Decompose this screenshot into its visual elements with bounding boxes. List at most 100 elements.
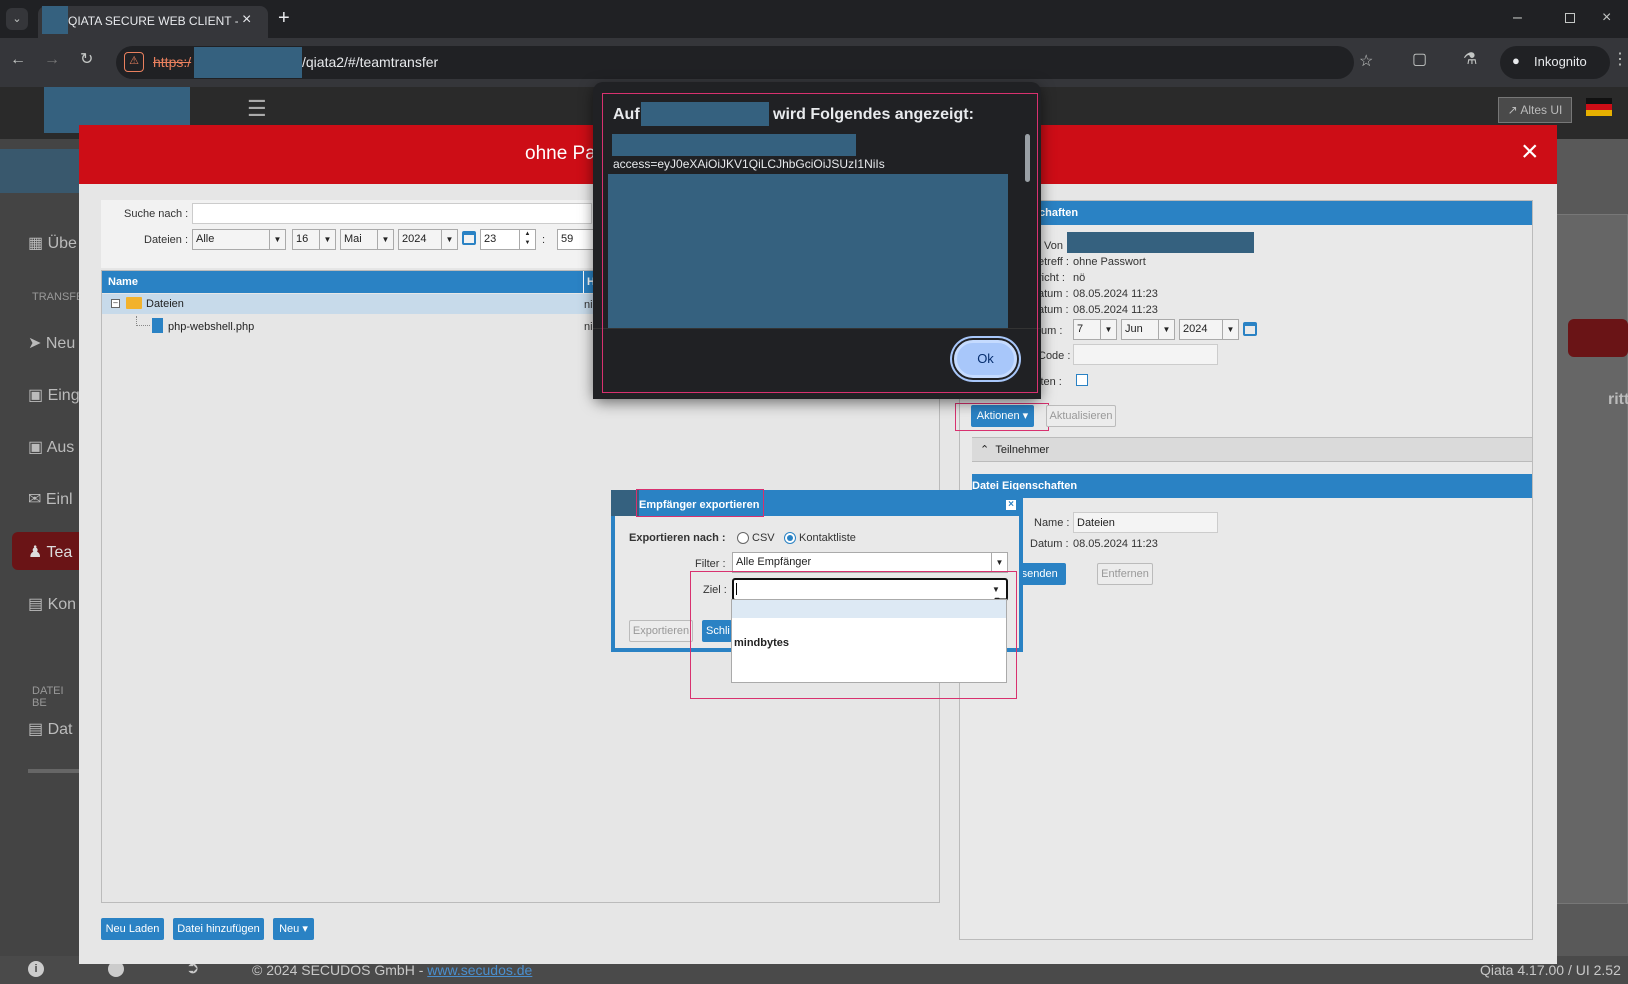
- sidebar-item-uebersicht[interactable]: ▦ Übe: [28, 233, 77, 253]
- sidebar-item-ausgang[interactable]: ▣ Aus: [28, 437, 74, 457]
- code-input[interactable]: [1073, 344, 1218, 365]
- modal-title: ohne Pa: [525, 143, 596, 164]
- bericht-label: richt :: [1038, 272, 1065, 284]
- datum1-label: atum :: [1038, 288, 1069, 300]
- footer-copyright-text: © 2024 SECUDOS GmbH -: [252, 962, 428, 978]
- spinner-icon[interactable]: ▲ ▼: [519, 230, 535, 249]
- right-partial-text: ritt: [1608, 391, 1628, 408]
- sidebar-top-redacted: [0, 149, 80, 193]
- datum2-label: atum :: [1038, 304, 1069, 316]
- tab-close-icon[interactable]: ×: [242, 11, 251, 29]
- hour-stepper[interactable]: 23 ▲ ▼: [480, 229, 536, 250]
- calendar-icon[interactable]: [462, 231, 476, 245]
- file-icon: [152, 318, 163, 333]
- exportieren-button[interactable]: Exportieren: [629, 620, 693, 642]
- minute-stepper[interactable]: 59: [557, 229, 593, 250]
- sidebar-item-label: Eing: [47, 387, 80, 404]
- month-value: Mai: [344, 233, 362, 245]
- forward-icon[interactable]: →: [44, 50, 60, 70]
- sidebar-section-datei: DATEI BE: [32, 685, 64, 709]
- bookmark-star-icon[interactable]: ☆: [1359, 52, 1373, 72]
- export-dialog-close-icon[interactable]: ×: [1005, 499, 1017, 511]
- calendar-icon[interactable]: [1243, 322, 1257, 336]
- altes-ui-button[interactable]: ↗ Altes UI: [1498, 97, 1572, 123]
- ablauf-year-value: 2024: [1183, 323, 1208, 335]
- sidebar-item-eingang[interactable]: ▣ Eing: [28, 385, 80, 405]
- incognito-icon: ●: [1512, 53, 1520, 68]
- minimize-icon[interactable]: –: [1513, 8, 1522, 28]
- collapse-toggle-icon[interactable]: –: [111, 299, 120, 308]
- search-label: Suche nach :: [124, 208, 189, 220]
- datum2-value: 08.05.2024 11:23: [1073, 304, 1158, 316]
- betreff-label: etreff :: [1038, 256, 1069, 268]
- labs-flask-icon[interactable]: ⚗: [1463, 50, 1477, 70]
- address-bar[interactable]: ⚠ https:/ /qiata2/#/teamtransfer ☆: [116, 46, 1373, 79]
- insecure-lock-icon[interactable]: ⚠: [124, 52, 144, 72]
- von-label: Von: [1044, 240, 1063, 252]
- csv-radio[interactable]: [737, 532, 749, 544]
- neu-label: Neu: [279, 923, 300, 935]
- sidebar-item-einladungen[interactable]: ✉ Einl: [28, 489, 73, 509]
- url-path: /qiata2/#/teamtransfer: [302, 54, 439, 70]
- tree-row-file[interactable]: php-webshell.php: [102, 316, 593, 336]
- ablauf-year-select[interactable]: 2024 ▼: [1179, 319, 1239, 340]
- sidebar-item-teamtransfer[interactable]: ♟ Tea: [12, 532, 80, 570]
- halten-checkbox[interactable]: [1076, 374, 1088, 386]
- name-label: Name :: [1034, 517, 1070, 529]
- footer-link[interactable]: www.secudos.de: [427, 962, 532, 978]
- versenden-button[interactable]: rsenden: [1018, 563, 1066, 585]
- tree-row-root[interactable]: – Dateien: [102, 294, 593, 314]
- teilnehmer-accordion[interactable]: ⌃ Teilnehmer: [972, 437, 1532, 462]
- minute-value: 59: [561, 233, 574, 245]
- browser-menu-icon[interactable]: ⋮: [1612, 50, 1628, 70]
- search-input[interactable]: [192, 203, 592, 224]
- sidebar-item-kontakte[interactable]: ▤ Kon: [28, 594, 76, 614]
- ablauf-day-select[interactable]: 7 ▼: [1073, 319, 1117, 340]
- maximize-icon[interactable]: [1565, 13, 1575, 23]
- tab-search-chevron-icon[interactable]: ⌄: [6, 8, 28, 30]
- year-value: 2024: [402, 233, 427, 245]
- extensions-icon[interactable]: ▢: [1412, 50, 1427, 70]
- incognito-badge[interactable]: ● Inkognito: [1500, 46, 1610, 79]
- close-window-icon[interactable]: ×: [1602, 8, 1611, 28]
- export-dialog-titlebar-left: [611, 490, 639, 516]
- altes-ui-label: Altes UI: [1520, 103, 1563, 117]
- entfernen-button[interactable]: Entfernen: [1097, 563, 1153, 585]
- tab-title: QIATA SECURE WEB CLIENT - SE: [68, 14, 238, 28]
- sidebar-item-label: Neu: [45, 335, 76, 352]
- neu-dropdown-button[interactable]: Neu ▾: [273, 918, 314, 940]
- new-tab-icon[interactable]: +: [278, 8, 290, 28]
- properties-header: nsfer Eigenschaften: [960, 201, 1532, 225]
- info-icon[interactable]: i: [28, 961, 44, 977]
- ablauf-day-value: 7: [1077, 323, 1084, 335]
- sidebar-item-label: Übe: [47, 235, 77, 252]
- modal-close-icon[interactable]: ×: [1521, 135, 1539, 169]
- aktualisieren-button[interactable]: Aktualisieren: [1046, 405, 1116, 427]
- german-flag-icon[interactable]: [1586, 98, 1612, 116]
- sidebar-scrollbar[interactable]: [28, 769, 80, 773]
- hamburger-menu-icon[interactable]: ☰: [247, 96, 267, 122]
- name-input[interactable]: Dateien: [1073, 512, 1218, 533]
- tree-file-right: ni: [584, 321, 593, 333]
- year-select[interactable]: 2024 ▼: [398, 229, 458, 250]
- reload-icon[interactable]: ↻: [80, 50, 93, 70]
- tree-header-h: H: [583, 271, 595, 293]
- dateien-filter-select[interactable]: Alle ▼: [192, 229, 286, 250]
- tab-favicon-redacted: [42, 6, 68, 34]
- datum-label: Datum :: [1030, 538, 1069, 550]
- day-value: 16: [296, 233, 309, 245]
- back-icon[interactable]: ←: [10, 50, 26, 70]
- teilnehmer-label: Teilnehmer: [995, 444, 1050, 456]
- day-select[interactable]: 16 ▼: [292, 229, 336, 250]
- browser-tab[interactable]: QIATA SECURE WEB CLIENT - SE ×: [38, 6, 268, 38]
- sidebar-item-dateien[interactable]: ▤ Dat: [28, 719, 72, 739]
- right-red-button[interactable]: [1568, 319, 1628, 357]
- filter-select[interactable]: Alle Empfänger ▼: [732, 552, 1008, 573]
- neu-laden-button[interactable]: Neu Laden: [101, 918, 164, 940]
- footer-version: Qiata 4.17.00 / UI 2.52: [1480, 962, 1621, 978]
- month-select[interactable]: Mai ▼: [340, 229, 394, 250]
- ablauf-month-select[interactable]: Jun ▼: [1121, 319, 1175, 340]
- kontaktliste-radio[interactable]: [784, 532, 796, 544]
- datei-hinzufuegen-button[interactable]: Datei hinzufügen: [173, 918, 264, 940]
- sidebar-item-neu[interactable]: ➤ Neu: [28, 333, 75, 353]
